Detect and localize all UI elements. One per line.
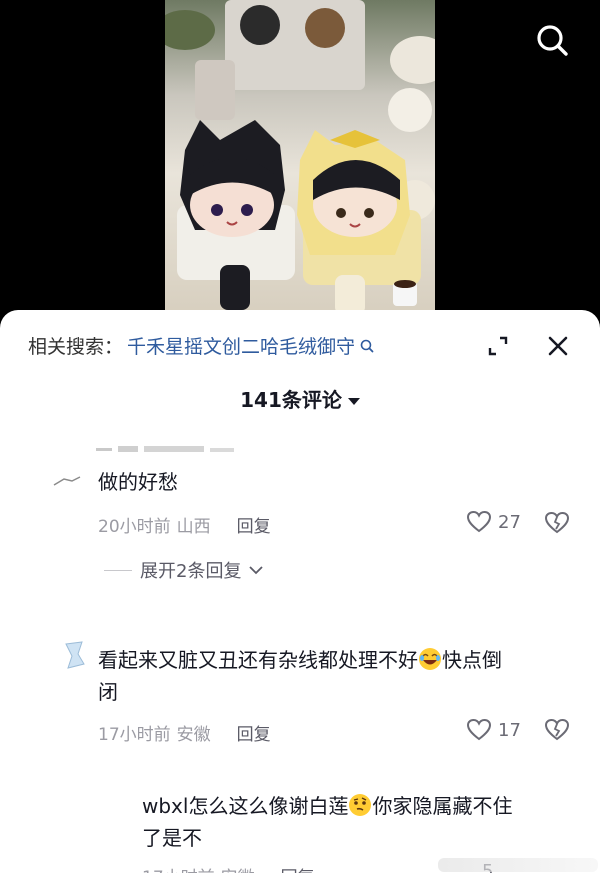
comment-count[interactable]: 141条评论 <box>0 384 600 413</box>
laughing-emoji-icon <box>419 648 441 670</box>
like-count: 27 <box>498 511 521 533</box>
expand-replies-label: 展开2条回复 <box>140 561 242 582</box>
avatar[interactable] <box>62 640 88 670</box>
comment-text: wbxl怎么这么像谢白莲 你家隐属藏不住 了是不 <box>142 790 512 854</box>
related-search-term[interactable]: 千禾星摇文创二哈毛绒御守 <box>127 332 355 359</box>
plush-image <box>165 0 435 315</box>
close-icon[interactable] <box>546 334 570 358</box>
comment-text-part: 闭 <box>98 680 118 704</box>
comment-time: 17小时前 <box>98 725 171 745</box>
comment-text-part: 你家隐属藏不住 <box>372 794 513 818</box>
comment-text-part: wbxl怎么这么像谢白莲 <box>142 794 349 818</box>
like-count: 17 <box>498 719 521 741</box>
reply-button[interactable]: 回复 <box>237 512 271 537</box>
chevron-down-icon <box>249 566 264 575</box>
heart-icon <box>466 510 492 533</box>
comment-location: 安徽 <box>176 725 211 745</box>
comment-time: 17小时前 <box>142 863 215 873</box>
comment-text: 做的好愁 <box>98 470 178 494</box>
divider <box>104 569 132 571</box>
reply-button[interactable]: 回复 <box>281 863 315 873</box>
comment-location: 山西 <box>176 517 211 537</box>
comment-meta: 20小时前 山西 回复 <box>98 512 271 537</box>
watermark <box>438 858 598 872</box>
avatar[interactable] <box>52 475 82 489</box>
video-player[interactable] <box>0 0 600 320</box>
comment-text-part: 看起来又脏又丑还有杂线都处理不好 <box>98 648 418 672</box>
comment-text-part: 快点倒 <box>442 648 502 672</box>
video-thumbnail <box>165 0 435 315</box>
broken-heart-icon[interactable] <box>544 717 570 743</box>
related-search-label: 相关搜索： <box>28 336 124 358</box>
like-button[interactable]: 27 <box>466 510 521 534</box>
fullscreen-icon[interactable] <box>486 334 510 358</box>
like-button[interactable]: 17 <box>466 718 521 742</box>
comment-meta: 17小时前 安徽 回复 <box>142 863 315 873</box>
search-icon <box>360 339 374 352</box>
comment-sheet: 相关搜索： 千禾星摇文创二哈毛绒御守 141条评论 做的好愁 20小时前 山西 … <box>0 310 600 873</box>
search-icon[interactable] <box>534 22 570 58</box>
comment-meta: 17小时前 安徽 回复 <box>98 720 271 745</box>
comment-text: 看起来又脏又丑还有杂线都处理不好 快点倒 闭 <box>98 644 502 708</box>
comment-time: 20小时前 <box>98 517 171 537</box>
caret-down-icon <box>347 398 360 405</box>
thinking-emoji-icon <box>349 794 372 816</box>
comment-count-label: 141条评论 <box>240 388 342 412</box>
comment-location: 安徽 <box>221 863 255 873</box>
expand-replies-button[interactable]: 展开2条回复 <box>104 557 265 583</box>
related-search[interactable]: 相关搜索： 千禾星摇文创二哈毛绒御守 <box>28 332 375 359</box>
broken-heart-icon[interactable] <box>544 510 570 536</box>
reply-button[interactable]: 回复 <box>237 720 271 745</box>
faded-text-decoration <box>96 446 234 452</box>
scrolled-past-content <box>96 440 256 458</box>
heart-icon <box>466 718 492 741</box>
comment-text-part: 了是不 <box>142 826 202 850</box>
